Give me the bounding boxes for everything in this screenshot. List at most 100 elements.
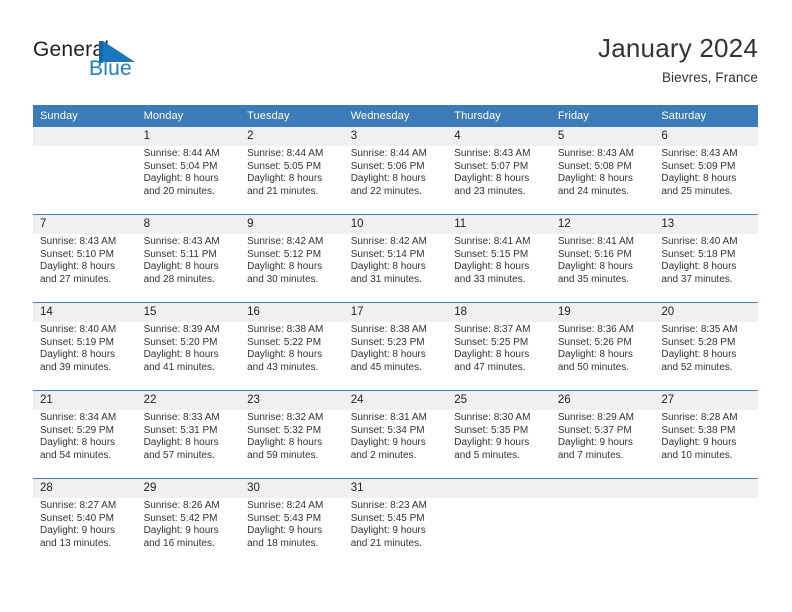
day-number-row: 14 15 16 17 18 19 20 — [33, 303, 758, 322]
day-cell-4[interactable]: Sunrise: 8:43 AM Sunset: 5:07 PM Daylight:… — [447, 146, 551, 214]
day-detail-line: Sunrise: 8:40 AM — [40, 324, 117, 335]
day-number-16[interactable]: 16 — [240, 303, 344, 322]
day-cell-14[interactable]: Sunrise: 8:40 AM Sunset: 5:19 PM Daylight:… — [33, 322, 137, 390]
day-number-25[interactable]: 25 — [447, 391, 551, 410]
day-number-14[interactable]: 14 — [33, 303, 137, 322]
day-cell-16[interactable]: Sunrise: 8:38 AM Sunset: 5:22 PM Daylight:… — [240, 322, 344, 390]
day-cell-13[interactable]: Sunrise: 8:40 AM Sunset: 5:18 PM Daylight:… — [654, 234, 758, 302]
day-cell-22[interactable]: Sunrise: 8:33 AM Sunset: 5:31 PM Daylight:… — [136, 410, 241, 478]
day-number-30[interactable]: 30 — [240, 479, 344, 498]
day-cell-21[interactable]: Sunrise: 8:34 AM Sunset: 5:29 PM Daylight:… — [33, 410, 137, 478]
day-cell-24[interactable]: Sunrise: 8:31 AM Sunset: 5:34 PM Daylight:… — [343, 410, 448, 478]
day-detail-line: and 43 minutes. — [247, 361, 319, 373]
day-number-24[interactable]: 24 — [343, 391, 448, 410]
day-detail-line: Daylight: 8 hours — [557, 173, 633, 185]
day-number-empty — [654, 479, 758, 498]
day-detail-line: Daylight: 9 hours — [350, 525, 426, 537]
day-number-21[interactable]: 21 — [33, 391, 137, 410]
calendar-header-row: Sunday Monday Tuesday Wednesday Thursday Frid… — [33, 105, 758, 127]
day-cell-10[interactable]: Sunrise: 8:42 AM Sunset: 5:14 PM Daylight:… — [343, 234, 448, 302]
day-number-15[interactable]: 15 — [136, 303, 241, 322]
day-cell-23[interactable]: Sunrise: 8:32 AM Sunset: 5:32 PM Daylight:… — [240, 410, 344, 478]
day-number-10[interactable]: 10 — [343, 215, 448, 234]
brand-logo[interactable]: General Blue — [33, 38, 263, 90]
day-number-7[interactable]: 7 — [33, 215, 137, 234]
day-number-3[interactable]: 3 — [343, 127, 448, 146]
day-cell-18[interactable]: Sunrise: 8:37 AM Sunset: 5:25 PM Daylight:… — [447, 322, 551, 390]
day-detail-line: Sunset: 5:07 PM — [454, 160, 529, 172]
day-detail-line: Daylight: 9 hours — [661, 437, 737, 449]
day-cell-27[interactable]: Sunrise: 8:28 AM Sunset: 5:38 PM Daylight:… — [654, 410, 758, 478]
day-number-17[interactable]: 17 — [343, 303, 448, 322]
page-header: General Blue January 2024 Bievres, Franc… — [0, 0, 792, 104]
day-number-9[interactable]: 9 — [240, 215, 344, 234]
day-detail-line: Daylight: 8 hours — [40, 261, 116, 273]
day-detail-line: Sunrise: 8:29 AM — [557, 412, 634, 423]
day-number-4[interactable]: 4 — [447, 127, 551, 146]
day-detail-line: and 50 minutes. — [557, 361, 629, 373]
day-detail-line: and 30 minutes. — [247, 273, 319, 285]
day-cell-12[interactable]: Sunrise: 8:41 AM Sunset: 5:16 PM Daylight:… — [550, 234, 655, 302]
day-detail-line: Sunset: 5:22 PM — [247, 336, 322, 348]
day-detail-line: Sunset: 5:04 PM — [143, 160, 218, 172]
day-detail-line: Sunrise: 8:42 AM — [350, 236, 427, 247]
day-cell-8[interactable]: Sunrise: 8:43 AM Sunset: 5:11 PM Daylight:… — [136, 234, 241, 302]
day-detail-line: Sunset: 5:15 PM — [454, 248, 529, 260]
day-cell-29[interactable]: Sunrise: 8:26 AM Sunset: 5:42 PM Daylight:… — [136, 498, 241, 566]
day-number-row: 28 29 30 31 — [33, 479, 758, 498]
day-number-19[interactable]: 19 — [550, 303, 655, 322]
day-number-empty — [550, 479, 655, 498]
day-detail-line: and 5 minutes. — [454, 449, 520, 461]
day-cell-11[interactable]: Sunrise: 8:41 AM Sunset: 5:15 PM Daylight:… — [447, 234, 551, 302]
day-number-20[interactable]: 20 — [654, 303, 758, 322]
day-number-18[interactable]: 18 — [447, 303, 551, 322]
day-number-6[interactable]: 6 — [654, 127, 758, 146]
day-cell-31[interactable]: Sunrise: 8:23 AM Sunset: 5:45 PM Daylight:… — [343, 498, 448, 566]
day-detail-line: and 24 minutes. — [557, 185, 629, 197]
day-detail-line: Daylight: 9 hours — [247, 525, 323, 537]
day-detail-line: Sunset: 5:19 PM — [40, 336, 114, 348]
day-number-23[interactable]: 23 — [240, 391, 344, 410]
day-cell-7[interactable]: Sunrise: 8:43 AM Sunset: 5:10 PM Daylight:… — [33, 234, 137, 302]
day-detail-line: Daylight: 8 hours — [661, 349, 737, 361]
day-number-22[interactable]: 22 — [136, 391, 241, 410]
day-detail-line: Daylight: 8 hours — [143, 349, 219, 361]
day-number-31[interactable]: 31 — [343, 479, 448, 498]
day-cell-30[interactable]: Sunrise: 8:24 AM Sunset: 5:43 PM Daylight:… — [240, 498, 344, 566]
day-cell-2[interactable]: Sunrise: 8:44 AM Sunset: 5:05 PM Daylight:… — [240, 146, 344, 214]
weekday-header-wednesday: Wednesday — [343, 105, 448, 127]
day-number-11[interactable]: 11 — [447, 215, 551, 234]
day-number-1[interactable]: 1 — [136, 127, 241, 146]
brand-name-blue: Blue — [89, 57, 132, 80]
day-detail-line: Sunrise: 8:32 AM — [247, 412, 324, 423]
day-cell-6[interactable]: Sunrise: 8:43 AM Sunset: 5:09 PM Daylight:… — [654, 146, 758, 214]
day-number-26[interactable]: 26 — [550, 391, 655, 410]
day-detail-line: Daylight: 9 hours — [143, 525, 219, 537]
day-number-12[interactable]: 12 — [550, 215, 655, 234]
day-cell-19[interactable]: Sunrise: 8:36 AM Sunset: 5:26 PM Daylight:… — [550, 322, 655, 390]
day-number-2[interactable]: 2 — [240, 127, 344, 146]
day-detail-line: Sunset: 5:18 PM — [661, 248, 736, 260]
day-detail-line: Sunrise: 8:44 AM — [350, 148, 427, 159]
day-cell-26[interactable]: Sunrise: 8:29 AM Sunset: 5:37 PM Daylight:… — [550, 410, 655, 478]
day-cell-9[interactable]: Sunrise: 8:42 AM Sunset: 5:12 PM Daylight:… — [240, 234, 344, 302]
day-detail-line: and 28 minutes. — [143, 273, 215, 285]
day-number-28[interactable]: 28 — [33, 479, 137, 498]
day-cell-1[interactable]: Sunrise: 8:44 AM Sunset: 5:04 PM Daylight:… — [136, 146, 241, 214]
day-cell-empty — [33, 146, 137, 214]
day-number-27[interactable]: 27 — [654, 391, 758, 410]
day-cell-25[interactable]: Sunrise: 8:30 AM Sunset: 5:35 PM Daylight:… — [447, 410, 551, 478]
day-cell-15[interactable]: Sunrise: 8:39 AM Sunset: 5:20 PM Daylight:… — [136, 322, 241, 390]
day-cell-20[interactable]: Sunrise: 8:35 AM Sunset: 5:28 PM Daylight:… — [654, 322, 758, 390]
day-number-8[interactable]: 8 — [136, 215, 241, 234]
day-cell-28[interactable]: Sunrise: 8:27 AM Sunset: 5:40 PM Daylight:… — [33, 498, 137, 566]
day-detail-line: Daylight: 8 hours — [247, 173, 323, 185]
day-detail-row: Sunrise: 8:43 AM Sunset: 5:10 PM Daylight:… — [33, 234, 758, 302]
day-detail-line: Sunset: 5:40 PM — [40, 512, 114, 524]
day-cell-17[interactable]: Sunrise: 8:38 AM Sunset: 5:23 PM Daylight:… — [343, 322, 448, 390]
day-number-13[interactable]: 13 — [654, 215, 758, 234]
day-number-29[interactable]: 29 — [136, 479, 241, 498]
day-number-5[interactable]: 5 — [550, 127, 655, 146]
day-cell-3[interactable]: Sunrise: 8:44 AM Sunset: 5:06 PM Daylight:… — [343, 146, 448, 214]
day-cell-5[interactable]: Sunrise: 8:43 AM Sunset: 5:08 PM Daylight:… — [550, 146, 655, 214]
